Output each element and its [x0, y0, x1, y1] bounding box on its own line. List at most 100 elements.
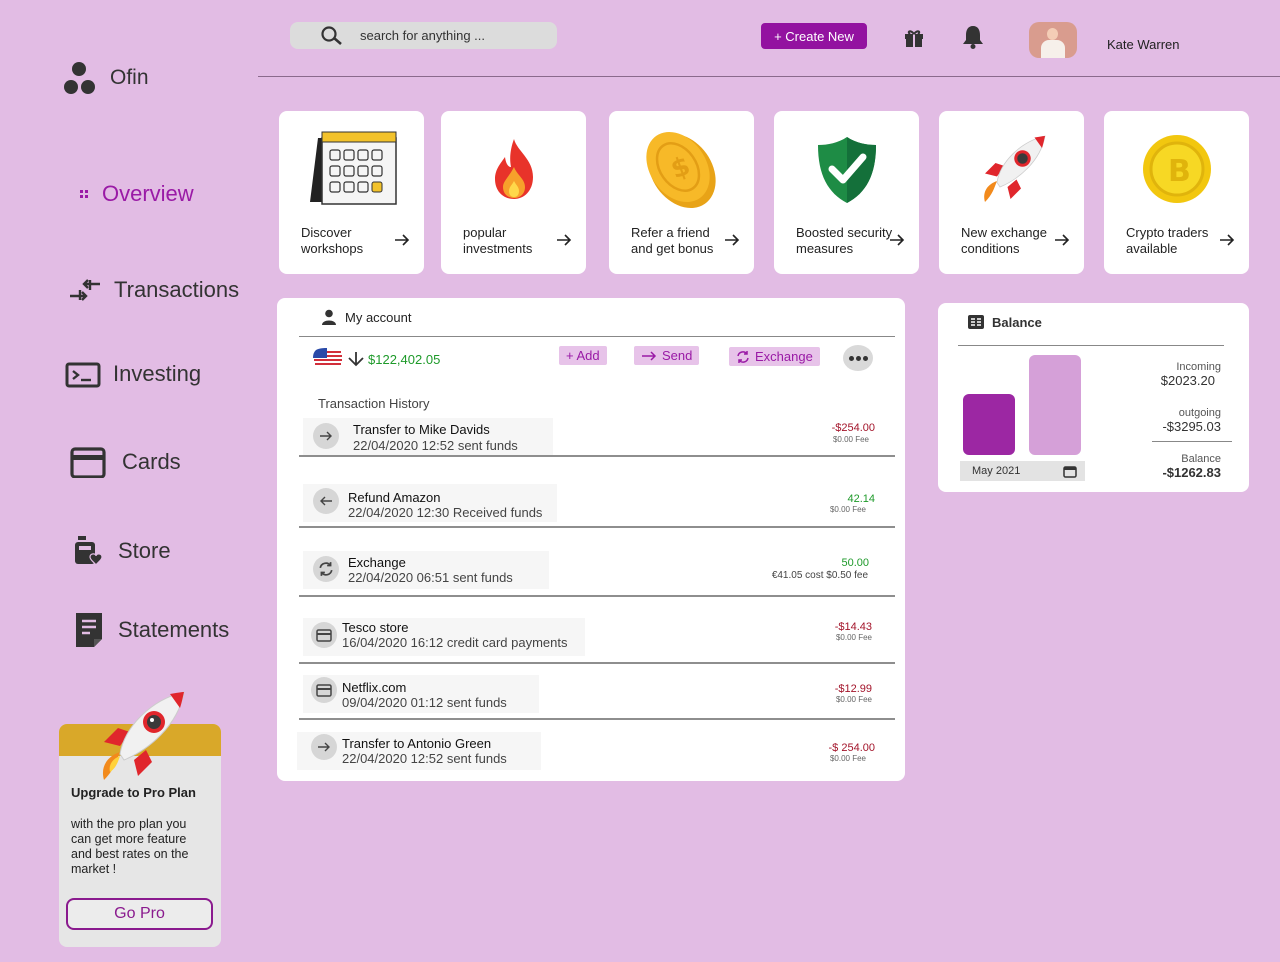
transaction-meta: 16/04/2020 16:12 credit card payments — [342, 635, 568, 650]
fire-icon — [494, 138, 533, 199]
search-input[interactable] — [360, 28, 540, 43]
sidebar-item-overview[interactable]: Overview — [80, 181, 194, 207]
search-bar[interactable] — [290, 22, 557, 49]
balance-stat: Balance -$1262.83 — [1162, 453, 1221, 480]
card-icon — [311, 677, 337, 703]
exchange-icon — [737, 350, 749, 363]
transaction-fee: $0.00 Fee — [829, 754, 866, 763]
sidebar-item-label: Transactions — [114, 277, 240, 302]
divider — [299, 336, 895, 337]
feature-card-investments[interactable]: popular investments — [441, 111, 586, 274]
incoming-value: $2023.20 — [1160, 373, 1215, 388]
outgoing-value: -$3295.03 — [1162, 419, 1221, 434]
search-icon — [321, 25, 342, 45]
more-options-button[interactable] — [843, 345, 873, 371]
sidebar-item-investing[interactable]: Investing — [65, 360, 201, 388]
app-name: Ofin — [110, 66, 149, 89]
exchange-label: Exchange — [755, 349, 813, 364]
card-icon — [70, 447, 106, 478]
bell-icon[interactable] — [961, 24, 985, 50]
divider — [1152, 441, 1232, 442]
feature-label: popular investments — [463, 225, 533, 256]
add-label: + Add — [566, 348, 600, 363]
calendar-icon — [309, 131, 397, 205]
sidebar-item-label: Store — [118, 538, 171, 563]
promo-description: with the pro plan you can get more featu… — [71, 817, 189, 876]
header-divider — [258, 76, 1280, 77]
send-label: Send — [662, 348, 693, 363]
add-button[interactable]: + Add — [559, 346, 607, 365]
sidebar-item-label: Statements — [118, 617, 230, 642]
logo-icon — [64, 60, 96, 96]
rocket-icon — [102, 691, 185, 780]
transaction-fee: $0.00 Fee — [835, 695, 872, 704]
rocket-icon — [983, 135, 1045, 202]
sidebar-item-cards[interactable]: Cards — [70, 446, 181, 478]
transaction-fee: $0.00 Fee — [832, 435, 869, 444]
feature-card-refer[interactable]: $ Refer a friend and get bonus — [609, 111, 754, 274]
feature-card-exchange[interactable]: New exchange conditions — [939, 111, 1084, 274]
transaction-meta: 22/04/2020 12:52 sent funds — [353, 438, 518, 453]
sidebar-item-label: Investing — [113, 361, 202, 386]
balance-header: Balance — [967, 314, 1042, 330]
transaction-meta: 22/04/2020 06:51 sent funds — [348, 570, 513, 585]
sidebar-item-transactions[interactable]: Transactions — [68, 276, 239, 304]
account-panel: My account $122,402.05 + Add Send Exchan… — [277, 298, 905, 781]
sidebar-item-statements[interactable]: Statements — [74, 611, 229, 649]
incoming-stat: Incoming $2023.20 — [1161, 361, 1221, 388]
arrow-right-icon[interactable] — [556, 234, 572, 246]
transaction-fee: €41.05 cost $0.50 fee — [771, 570, 868, 581]
arrow-right-icon[interactable] — [1054, 234, 1070, 246]
month-picker[interactable]: May 2021 — [960, 461, 1085, 481]
exchange-button[interactable]: Exchange — [729, 347, 820, 366]
shield-check-icon — [817, 136, 876, 203]
arrow-right-icon[interactable] — [1219, 234, 1235, 246]
calendar-icon — [1063, 465, 1077, 478]
arrow-right-icon — [313, 423, 339, 449]
feature-label: Discover workshops — [301, 225, 364, 256]
store-icon — [75, 536, 103, 567]
balance-label: Balance — [1181, 453, 1221, 465]
coin-icon: $ — [645, 131, 716, 208]
account-header: My account — [321, 309, 411, 325]
balance-value: -$1262.83 — [1162, 465, 1221, 480]
account-balance: $122,402.05 — [347, 351, 440, 367]
feature-card-security[interactable]: Boosted security measures — [774, 111, 919, 274]
grid-icon — [80, 190, 88, 198]
transaction-amount: -$254.00 — [831, 422, 875, 434]
user-name[interactable]: Kate Warren — [1107, 37, 1180, 52]
feature-label: Boosted security measures — [796, 225, 893, 256]
divider — [958, 345, 1224, 346]
svg-text:B: B — [1168, 154, 1191, 189]
card-icon — [311, 622, 337, 648]
feature-card-crypto[interactable]: B Crypto traders available — [1104, 111, 1249, 274]
feature-card-workshops[interactable]: Discover workshops — [279, 111, 424, 274]
transaction-name: Exchange — [348, 555, 406, 570]
transaction-name: Netflix.com — [342, 680, 407, 695]
gift-icon[interactable] — [903, 27, 925, 49]
promo-title: Upgrade to Pro Plan — [71, 785, 196, 800]
transaction-name: Tesco store — [342, 620, 409, 635]
user-icon — [322, 309, 336, 325]
app-logo[interactable]: Ofin — [64, 60, 149, 96]
incoming-label: Incoming — [1176, 361, 1221, 373]
transaction-meta: 09/04/2020 01:12 sent funds — [342, 695, 507, 710]
transfer-arrows-icon — [70, 279, 100, 301]
create-new-button[interactable]: + Create New — [761, 23, 867, 49]
sidebar-item-store[interactable]: Store — [72, 534, 171, 568]
transaction-name: Transfer to Antonio Green — [342, 736, 492, 751]
feature-label: New exchange conditions — [961, 225, 1047, 256]
avatar[interactable] — [1029, 22, 1077, 58]
us-flag-icon[interactable] — [312, 347, 344, 369]
transaction-name: Transfer to Mike Davids — [353, 422, 490, 437]
arrow-left-icon — [313, 488, 339, 514]
arrow-right-icon[interactable] — [889, 234, 905, 246]
transaction-fee: $0.00 Fee — [835, 633, 872, 642]
arrow-right-icon[interactable] — [394, 234, 410, 246]
go-pro-button[interactable]: Go Pro — [66, 898, 213, 930]
arrow-right-icon[interactable] — [724, 234, 740, 246]
month-label: May 2021 — [972, 465, 1021, 477]
send-arrow-icon — [642, 350, 657, 361]
send-button[interactable]: Send — [634, 346, 700, 365]
balance-bar-outgoing — [1029, 355, 1081, 455]
